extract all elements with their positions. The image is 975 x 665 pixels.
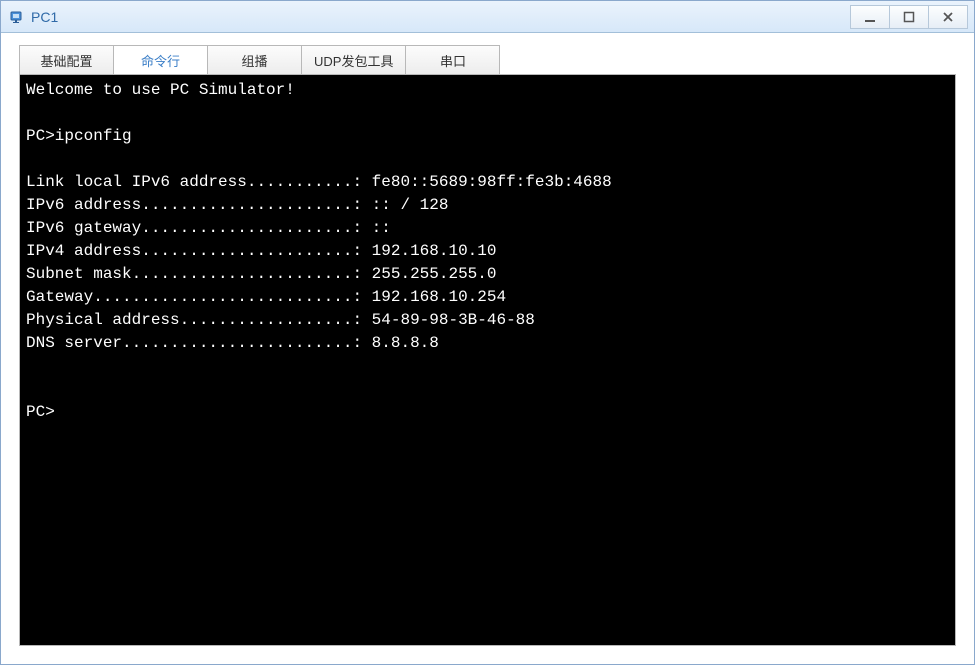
minimize-button[interactable] (850, 5, 890, 29)
terminal-line-prompt: PC> (26, 403, 55, 421)
terminal-line-output: DNS server........................: 8.8.… (26, 334, 439, 352)
window-controls (850, 5, 968, 29)
tab-label: 组播 (241, 51, 267, 70)
tab-bar: 基础配置 命令行 组播 UDP发包工具 串口 (19, 45, 956, 75)
terminal-line-output: IPv4 address......................: 192.… (26, 242, 496, 260)
content-area: 基础配置 命令行 组播 UDP发包工具 串口 Welcome to use PC… (1, 33, 974, 664)
titlebar-left: PC1 (9, 9, 58, 25)
window-title: PC1 (31, 9, 58, 25)
close-icon (942, 11, 954, 23)
tab-label: 基础配置 (40, 51, 92, 70)
terminal[interactable]: Welcome to use PC Simulator! PC>ipconfig… (19, 74, 956, 646)
tab-basic-config[interactable]: 基础配置 (19, 45, 114, 75)
titlebar[interactable]: PC1 (1, 1, 974, 33)
maximize-icon (903, 11, 915, 23)
tab-label: 串口 (440, 51, 466, 70)
terminal-line-output: Link local IPv6 address...........: fe80… (26, 173, 612, 191)
terminal-line-prompt: PC>ipconfig (26, 127, 132, 145)
tab-command-line[interactable]: 命令行 (113, 45, 208, 75)
tab-multicast[interactable]: 组播 (207, 45, 302, 75)
terminal-line-welcome: Welcome to use PC Simulator! (26, 81, 295, 99)
terminal-line-output: IPv6 address......................: :: /… (26, 196, 448, 214)
maximize-button[interactable] (889, 5, 929, 29)
close-button[interactable] (928, 5, 968, 29)
minimize-icon (864, 11, 876, 23)
tab-serial[interactable]: 串口 (405, 45, 500, 75)
terminal-line-output: Gateway...........................: 192.… (26, 288, 506, 306)
tab-label: UDP发包工具 (314, 51, 393, 70)
terminal-line-output: Subnet mask.......................: 255.… (26, 265, 496, 283)
window-frame: PC1 基础配置 (0, 0, 975, 665)
terminal-line-output: IPv6 gateway......................: :: (26, 219, 391, 237)
terminal-line-output: Physical address..................: 54-8… (26, 311, 535, 329)
tab-label: 命令行 (141, 51, 180, 70)
tab-udp-tool[interactable]: UDP发包工具 (301, 45, 406, 75)
app-icon (9, 9, 25, 25)
